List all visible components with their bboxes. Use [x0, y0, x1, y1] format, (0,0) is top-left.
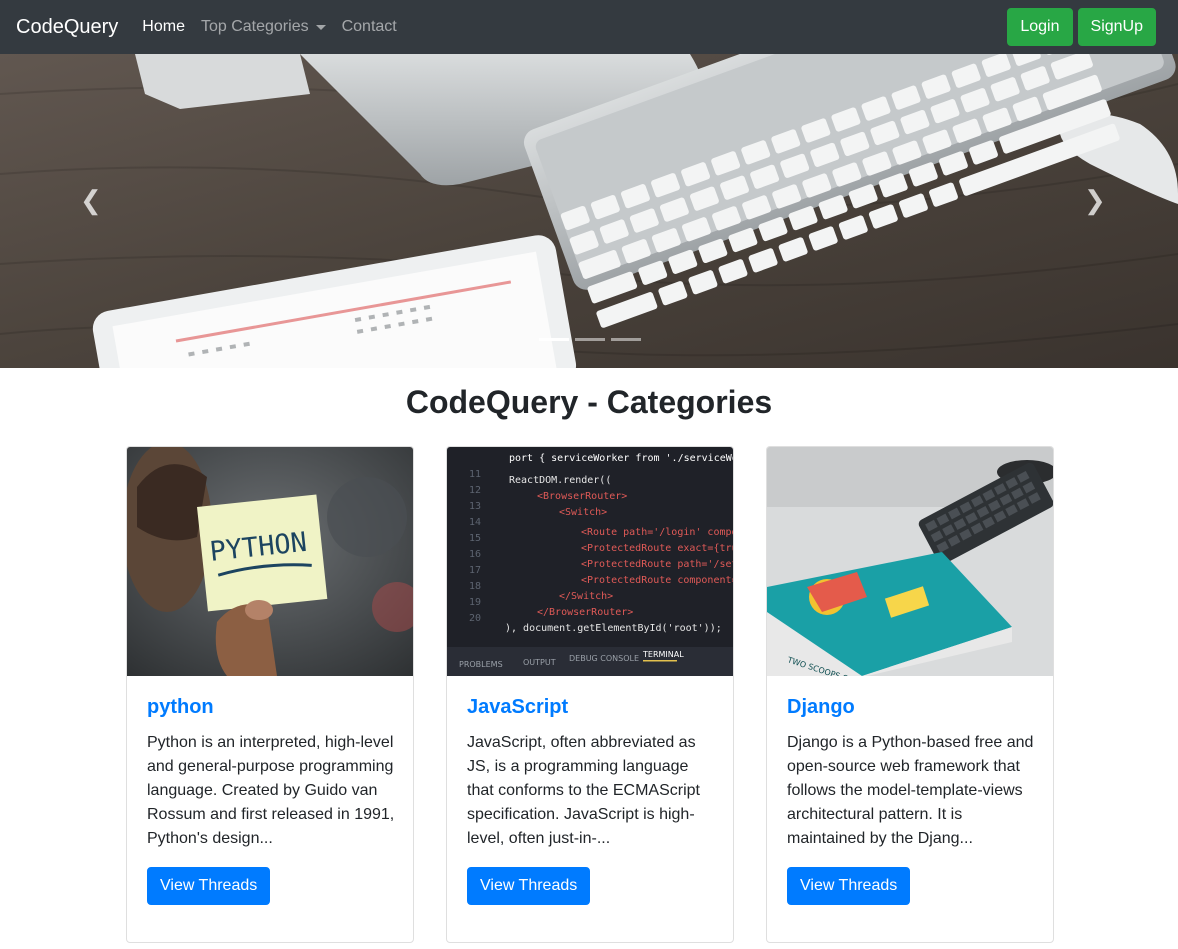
card-image-django: TWO SCOOPS OF DJANGO 1.11	[767, 447, 1053, 676]
hero-carousel: ❮ ❯	[0, 54, 1178, 368]
card-text: JavaScript, often abbreviated as JS, is …	[467, 734, 700, 847]
code-line-number: 19	[469, 597, 481, 608]
card-title-python[interactable]: python	[147, 696, 395, 719]
page-title: CodeQuery - Categories	[405, 384, 773, 420]
code-line: port { serviceWorker from './serviceWo	[509, 453, 733, 464]
panel-tab: DEBUG CONSOLE	[569, 654, 639, 663]
category-card-python: PYTHON python Python is an interpreted, …	[126, 446, 414, 943]
carousel-slide-image	[0, 54, 1178, 368]
card-text: Django is a Python-based free and open-s…	[787, 734, 1034, 847]
category-card-javascript: 11 12 13 14 15 16 17 18 19 20 port { ser…	[446, 446, 734, 943]
carousel-indicator[interactable]	[611, 338, 641, 341]
card-image-python: PYTHON	[127, 447, 413, 676]
code-line: <ProtectedRoute exact={true} pa	[581, 543, 733, 554]
nav-top-categories-label: Top Categories	[200, 18, 309, 35]
code-line-number: 20	[469, 613, 481, 624]
code-line-number: 14	[469, 517, 481, 528]
code-line-number: 16	[469, 549, 481, 560]
code-line: <Route path='/login' component=	[581, 527, 733, 538]
code-line-number: 13	[469, 501, 481, 512]
code-line-number: 12	[469, 485, 481, 496]
view-threads-button-django[interactable]: View Threads	[787, 867, 911, 905]
code-line: <BrowserRouter>	[537, 491, 627, 502]
category-card-django: TWO SCOOPS OF DJANGO 1.11 Django Django …	[766, 446, 1054, 943]
card-body: Django Django is a Python-based free and…	[787, 696, 1035, 905]
code-line: <Switch>	[559, 507, 607, 518]
carousel-indicators	[539, 338, 641, 341]
code-line: </Switch>	[559, 591, 613, 602]
caret-down-icon	[315, 24, 326, 30]
nav-top-categories[interactable]: Top Categories	[201, 18, 326, 36]
signup-button[interactable]: SignUp	[1077, 8, 1156, 46]
code-line-number: 17	[469, 565, 481, 576]
code-line-number: 11	[469, 469, 481, 480]
auth-buttons: Login SignUp	[1007, 8, 1156, 46]
view-threads-button-javascript[interactable]: View Threads	[467, 867, 591, 905]
code-line: <ProtectedRoute path='/settings	[581, 559, 733, 570]
card-image-javascript: 11 12 13 14 15 16 17 18 19 20 port { ser…	[447, 447, 733, 676]
view-threads-button-python[interactable]: View Threads	[147, 867, 271, 905]
panel-tab: PROBLEMS	[459, 660, 503, 669]
panel-tab: TERMINAL	[642, 650, 684, 659]
code-line-number: 15	[469, 533, 481, 544]
carousel-indicator[interactable]	[539, 338, 569, 341]
card-title-javascript[interactable]: JavaScript	[467, 696, 715, 719]
chevron-left-icon[interactable]: ❮	[80, 185, 102, 216]
panel-tab: OUTPUT	[523, 658, 556, 667]
card-body: JavaScript JavaScript, often abbreviated…	[467, 696, 715, 905]
card-text: Python is an interpreted, high-level and…	[147, 734, 395, 847]
nav-contact[interactable]: Contact	[342, 18, 397, 36]
nav-home[interactable]: Home	[142, 18, 185, 36]
card-title-django[interactable]: Django	[787, 696, 1035, 719]
code-line-number: 18	[469, 581, 481, 592]
card-body: python Python is an interpreted, high-le…	[147, 696, 395, 905]
carousel-indicator[interactable]	[575, 338, 605, 341]
brand-logo[interactable]: CodeQuery	[16, 16, 118, 39]
code-line: ReactDOM.render((	[509, 475, 611, 486]
login-button[interactable]: Login	[1007, 8, 1073, 46]
navbar: CodeQuery Home Top Categories Contact Lo…	[0, 0, 1178, 54]
code-line: ), document.getElementById('root'));	[505, 623, 722, 634]
code-line: </BrowserRouter>	[537, 607, 633, 618]
chevron-right-icon[interactable]: ❯	[1084, 185, 1106, 216]
code-line: <ProtectedRoute component={Dash	[581, 575, 733, 586]
